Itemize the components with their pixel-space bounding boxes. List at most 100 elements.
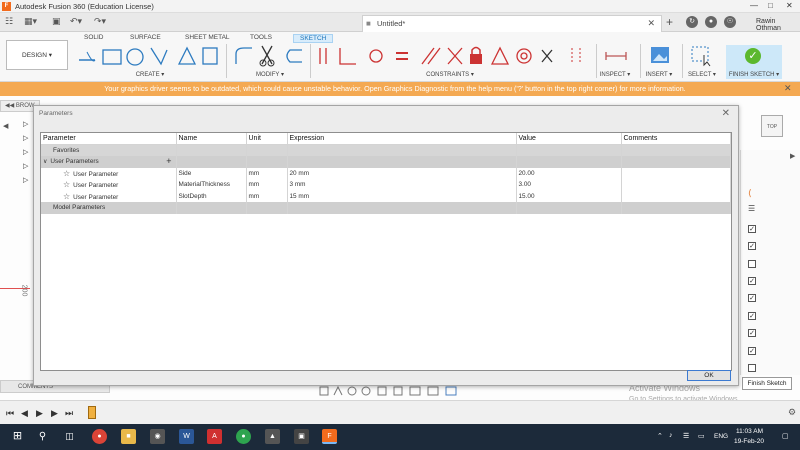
palette-checkbox-checked[interactable]: ✓ bbox=[748, 242, 756, 250]
browser-expand-icon[interactable]: ▷ bbox=[23, 134, 28, 142]
notifications-icon[interactable]: ☉ bbox=[724, 16, 736, 28]
minimize-icon[interactable]: — bbox=[750, 1, 758, 10]
close-warning-icon[interactable]: ✕ bbox=[784, 83, 792, 94]
finish-sketch-button[interactable]: ✓ FINISH SKETCH ▾ bbox=[726, 45, 782, 79]
media-app-icon[interactable]: ◉ bbox=[150, 429, 165, 444]
redo-icon[interactable]: ↷▾ bbox=[94, 16, 106, 27]
clock-date[interactable]: 19-Feb-20 bbox=[734, 438, 764, 445]
collapse-chevron-icon[interactable]: ∨ bbox=[43, 159, 47, 165]
tab-tools[interactable]: TOOLS bbox=[250, 34, 272, 41]
param-name[interactable]: Side bbox=[176, 167, 247, 179]
word-icon[interactable]: W bbox=[179, 429, 194, 444]
timeline-end-icon[interactable]: ⏭ bbox=[65, 408, 73, 419]
modify-menu[interactable]: MODIFY ▾ bbox=[245, 71, 295, 78]
table-row[interactable]: ☆ User Parameter MaterialThickness mm 3 m… bbox=[41, 179, 731, 191]
param-unit[interactable]: mm bbox=[246, 190, 288, 202]
inspect-menu[interactable]: INSPECT ▾ bbox=[596, 71, 634, 78]
timeline-forward-icon[interactable]: ▶ bbox=[51, 408, 58, 419]
column-header-parameter[interactable]: Parameter bbox=[41, 133, 177, 145]
user-parameters-row[interactable]: ∨ User Parameters + bbox=[41, 156, 731, 168]
browser-expand-icon[interactable]: ▷ bbox=[23, 148, 28, 156]
measure-icon[interactable] bbox=[604, 44, 628, 68]
column-header-unit[interactable]: Unit bbox=[246, 133, 288, 145]
clock-time[interactable]: 11:03 AM bbox=[736, 428, 763, 435]
fusion-taskbar-icon[interactable]: F bbox=[322, 429, 337, 444]
column-header-expression[interactable]: Expression bbox=[287, 133, 517, 145]
browser-expand-icon[interactable]: ▷ bbox=[23, 176, 28, 184]
add-parameter-icon[interactable]: + bbox=[166, 156, 171, 166]
app-green-icon[interactable]: ● bbox=[236, 429, 251, 444]
param-unit[interactable]: mm bbox=[246, 179, 288, 191]
favorites-row[interactable]: Favorites bbox=[41, 144, 731, 156]
close-tab-icon[interactable]: ✕ bbox=[647, 18, 655, 29]
timeline-sketch-marker[interactable] bbox=[88, 406, 96, 419]
new-tab-icon[interactable]: + bbox=[666, 15, 673, 29]
extensions-icon[interactable]: ↻ bbox=[686, 16, 698, 28]
viewcube[interactable]: TOP bbox=[761, 115, 783, 137]
file-menu-icon[interactable]: ▦▾ bbox=[24, 16, 37, 27]
palette-checkbox-checked[interactable]: ✓ bbox=[748, 277, 756, 285]
palette-arrow-icon[interactable]: ⟨ bbox=[748, 188, 752, 199]
favorite-star-icon[interactable]: ☆ bbox=[63, 192, 70, 201]
palette-checkbox-checked[interactable]: ✓ bbox=[748, 347, 756, 355]
user-account[interactable]: Rawin Othman bbox=[756, 18, 800, 32]
document-tab[interactable]: ■ Untitled* ✕ bbox=[362, 15, 662, 32]
palette-list-icon[interactable]: ☰ bbox=[748, 204, 755, 213]
navigation-bar-icons[interactable] bbox=[318, 385, 468, 397]
modify-tools-icons[interactable] bbox=[232, 42, 310, 70]
network-icon[interactable]: ☰ bbox=[683, 432, 689, 440]
palette-checkbox-unchecked[interactable] bbox=[748, 260, 756, 268]
model-parameters-row[interactable]: Model Parameters bbox=[41, 202, 731, 214]
palette-checkbox-checked[interactable]: ✓ bbox=[748, 329, 756, 337]
palette-checkbox-checked[interactable]: ✓ bbox=[748, 312, 756, 320]
action-center-icon[interactable]: ▢ bbox=[782, 432, 789, 440]
param-comments[interactable] bbox=[621, 179, 731, 191]
table-row[interactable]: ☆ User Parameter SlotDepth mm 15 mm 15.00 bbox=[41, 190, 731, 202]
photos-icon[interactable]: ▲ bbox=[265, 429, 280, 444]
windows-start-icon[interactable]: ⊞ bbox=[10, 429, 25, 444]
maximize-icon[interactable]: □ bbox=[768, 1, 773, 10]
favorite-star-icon[interactable]: ☆ bbox=[63, 169, 70, 178]
timeline-start-icon[interactable]: ⏮ bbox=[6, 408, 14, 419]
create-tools-icons[interactable] bbox=[75, 42, 225, 70]
column-header-name[interactable]: Name bbox=[176, 133, 247, 145]
app-gray-icon[interactable]: ▣ bbox=[294, 429, 309, 444]
column-header-value[interactable]: Value bbox=[516, 133, 622, 145]
tab-solid[interactable]: SOLID bbox=[84, 34, 104, 41]
insert-image-icon[interactable] bbox=[650, 46, 670, 66]
timeline-play-icon[interactable]: ▶ bbox=[36, 408, 43, 419]
acrobat-icon[interactable]: A bbox=[207, 429, 222, 444]
param-comments[interactable] bbox=[621, 167, 731, 179]
browser-expand-icon[interactable]: ▷ bbox=[23, 162, 28, 170]
insert-menu[interactable]: INSERT ▾ bbox=[642, 71, 676, 78]
param-comments[interactable] bbox=[621, 190, 731, 202]
close-window-icon[interactable]: ✕ bbox=[786, 1, 793, 10]
finish-sketch-palette-button[interactable]: Finish Sketch bbox=[742, 377, 792, 390]
constraint-tools-icons[interactable] bbox=[316, 42, 596, 70]
volume-icon[interactable]: ♪ bbox=[669, 432, 673, 439]
save-icon[interactable]: ▣ bbox=[52, 16, 61, 27]
palette-checkbox-checked[interactable]: ✓ bbox=[748, 225, 756, 233]
param-name[interactable]: SlotDepth bbox=[176, 190, 247, 202]
battery-icon[interactable]: ▭ bbox=[698, 432, 705, 440]
workspace-switcher[interactable]: DESIGN ▾ bbox=[6, 40, 68, 70]
timeline-settings-icon[interactable]: ⚙ bbox=[788, 407, 796, 418]
table-row[interactable]: ☆ User Parameter Side mm 20 mm 20.00 bbox=[41, 167, 731, 179]
create-menu[interactable]: CREATE ▾ bbox=[125, 71, 175, 78]
language-indicator[interactable]: ENG bbox=[714, 433, 728, 440]
timeline-back-icon[interactable]: ◀ bbox=[21, 408, 28, 419]
palette-collapse-icon[interactable]: ▶ bbox=[790, 152, 795, 160]
tab-sheet-metal[interactable]: SHEET METAL bbox=[185, 34, 230, 41]
tray-chevron-icon[interactable]: ⌃ bbox=[657, 432, 663, 440]
palette-checkbox-unchecked[interactable] bbox=[748, 364, 756, 372]
column-header-comments[interactable]: Comments bbox=[621, 133, 731, 145]
chrome-icon[interactable]: ● bbox=[92, 429, 107, 444]
file-explorer-icon[interactable]: ■ bbox=[121, 429, 136, 444]
param-unit[interactable]: mm bbox=[246, 167, 288, 179]
grid-menu-icon[interactable]: ☷ bbox=[5, 16, 13, 27]
select-menu[interactable]: SELECT ▾ bbox=[684, 71, 720, 78]
ok-button[interactable]: OK bbox=[687, 370, 731, 381]
favorite-star-icon[interactable]: ☆ bbox=[63, 180, 70, 189]
close-dialog-icon[interactable]: ✕ bbox=[722, 108, 730, 119]
select-icon[interactable] bbox=[690, 45, 714, 67]
